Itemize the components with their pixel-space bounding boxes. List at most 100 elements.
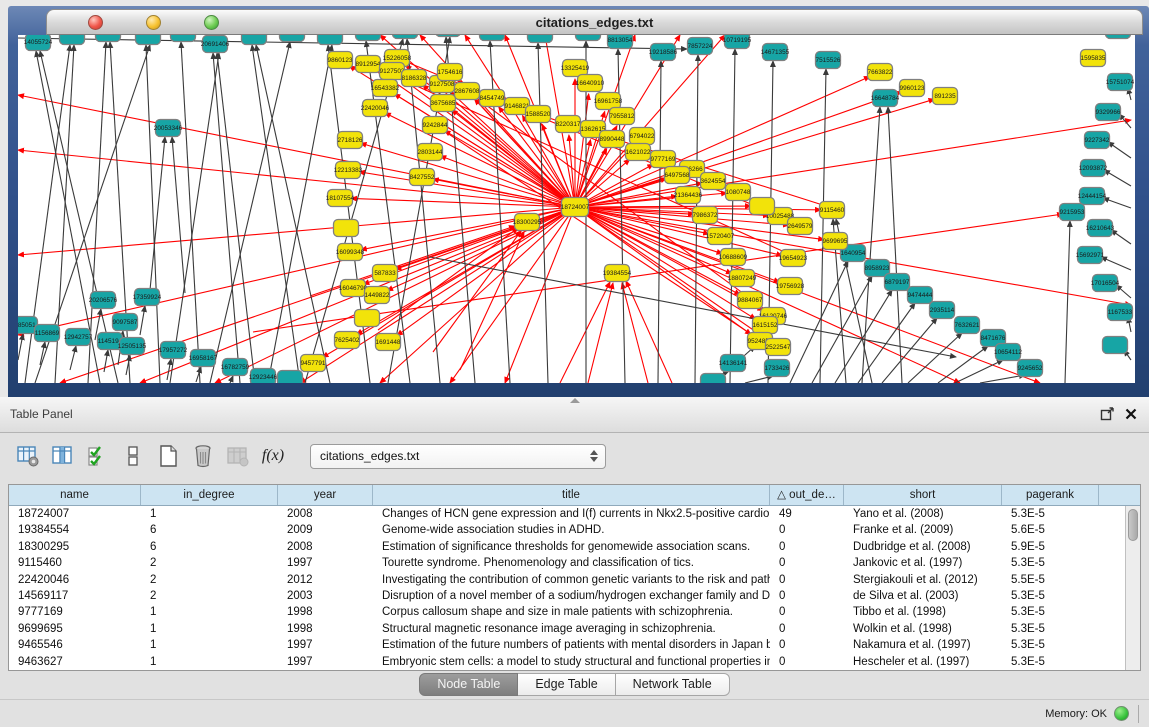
graph-node[interactable]: 7955812 — [610, 108, 635, 125]
graph-node[interactable]: 2935114 — [930, 302, 955, 319]
graph-node[interactable]: 1080748 — [726, 184, 751, 201]
graph-node[interactable]: 2867608 — [455, 83, 480, 100]
graph-node[interactable] — [136, 35, 161, 45]
graph-edge[interactable] — [1065, 221, 1070, 383]
table-row[interactable]: 1456911722003Disruption of a novel membe… — [9, 588, 1125, 604]
table-select-dropdown[interactable]: citations_edges.txt — [310, 444, 606, 469]
graph-node[interactable]: 9242844 — [423, 117, 448, 134]
graph-node[interactable]: 891235 — [933, 88, 958, 105]
graph-edge[interactable] — [938, 346, 988, 383]
graph-edge[interactable] — [378, 228, 518, 330]
graph-node[interactable]: 9329966 — [1096, 104, 1121, 121]
graph-edge[interactable] — [1101, 257, 1131, 270]
graph-node[interactable]: 18300295 — [513, 214, 542, 231]
delete-table-icon[interactable] — [191, 444, 215, 468]
graph-node[interactable] — [278, 371, 303, 384]
graph-edge[interactable] — [18, 334, 23, 360]
column-header-short[interactable]: short — [844, 485, 1002, 505]
split-divider-handle[interactable] — [570, 398, 580, 403]
graph-node[interactable]: 22420046 — [361, 100, 390, 117]
graph-node[interactable]: 7515526 — [816, 52, 841, 69]
graph-node[interactable]: 9115460 — [820, 202, 845, 219]
graph-node[interactable] — [701, 374, 726, 384]
graph-node[interactable]: 10688609 — [719, 249, 748, 266]
column-visibility-icon[interactable] — [51, 444, 75, 468]
graph-node[interactable]: 8427552 — [410, 169, 435, 186]
graph-node[interactable]: 6794022 — [630, 128, 655, 145]
graph-edge[interactable] — [569, 135, 575, 207]
graph-node[interactable]: 7857224 — [688, 38, 713, 55]
table-row[interactable]: 946554611997Estimation of the future num… — [9, 637, 1125, 653]
graph-node[interactable]: 20053346 — [154, 120, 183, 137]
graph-edge[interactable] — [104, 350, 108, 372]
function-builder-icon[interactable]: f(x) — [261, 444, 285, 468]
graph-node[interactable]: 9227342 — [1085, 132, 1110, 149]
graph-edge[interactable] — [230, 376, 233, 383]
graph-node[interactable]: 14671355 — [761, 44, 790, 61]
column-header-name[interactable]: name — [9, 485, 141, 505]
graph-edge[interactable] — [626, 281, 672, 383]
graph-node[interactable]: 9699695 — [823, 233, 848, 250]
graph-node[interactable]: 10653247 — [391, 35, 420, 39]
graph-node[interactable]: 9884067 — [738, 292, 763, 309]
graph-node[interactable]: 16640910 — [576, 75, 605, 92]
graph-edge[interactable] — [1103, 198, 1131, 208]
table-row[interactable]: 1872400712008Changes of HCN gene express… — [9, 506, 1125, 522]
graph-node[interactable]: 2522547 — [766, 339, 791, 356]
graph-edge[interactable] — [560, 282, 610, 383]
graph-node[interactable]: 8813054 — [608, 35, 633, 49]
graph-node[interactable]: 16099348 — [336, 244, 365, 261]
graph-node[interactable]: 8912954 — [356, 56, 381, 73]
graph-node[interactable]: 12444154 — [1078, 188, 1107, 205]
column-header-in_degree[interactable]: in_degree — [141, 485, 278, 505]
graph-node[interactable]: 17016504 — [1091, 275, 1120, 292]
graph-node[interactable] — [242, 35, 267, 45]
graph-node[interactable]: 16046798 — [339, 280, 368, 297]
graph-node[interactable]: 7625402 — [335, 332, 360, 349]
graph-node[interactable]: 8990448 — [600, 131, 625, 148]
graph-node[interactable]: 1156869 — [35, 325, 60, 342]
graph-node[interactable]: 8220317 — [556, 116, 581, 133]
graph-node[interactable]: 14055724 — [24, 35, 53, 51]
graph-node[interactable]: 8186328 — [402, 70, 427, 87]
graph-node[interactable]: 9245652 — [1018, 360, 1043, 377]
close-panel-icon[interactable] — [1123, 406, 1139, 422]
tab-network-table[interactable]: Network Table — [616, 673, 730, 696]
graph-edge[interactable] — [1104, 170, 1131, 186]
graph-node[interactable]: 9860123 — [328, 52, 353, 69]
graph-node[interactable]: 2803144 — [418, 144, 443, 161]
graph-node[interactable] — [318, 35, 343, 45]
graph-node[interactable]: 6879197 — [885, 274, 910, 291]
graph-edge[interactable] — [820, 69, 826, 383]
table-row[interactable]: 946362711997Embryonic stem cells: a mode… — [9, 654, 1125, 670]
graph-node[interactable]: 7986372 — [693, 207, 718, 224]
graph-node[interactable]: 21364436 — [674, 187, 703, 204]
graph-edge[interactable] — [882, 318, 937, 383]
graph-node[interactable]: 12093872 — [1079, 160, 1108, 177]
graph-edge[interactable] — [170, 53, 219, 383]
graph-node[interactable]: 16543382 — [371, 80, 400, 97]
graph-node[interactable] — [750, 198, 775, 215]
table-row[interactable]: 1830029562008Estimation of significance … — [9, 539, 1125, 555]
graph-node[interactable]: 1733426 — [765, 360, 790, 377]
graph-node[interactable]: 9097587 — [113, 314, 138, 331]
graph-node[interactable]: 1595835 — [1081, 50, 1106, 67]
tab-node-table[interactable]: Node Table — [419, 673, 518, 696]
float-panel-icon[interactable] — [1099, 406, 1115, 422]
import-table-icon[interactable] — [226, 444, 250, 468]
graph-node[interactable]: 16958167 — [189, 350, 218, 367]
graph-node[interactable]: 9960123 — [900, 80, 925, 97]
graph-node[interactable] — [60, 35, 85, 45]
graph-node[interactable]: 2718126 — [338, 132, 363, 149]
graph-edge[interactable] — [1111, 230, 1131, 244]
graph-edge[interactable] — [575, 94, 589, 207]
graph-node[interactable] — [1103, 337, 1128, 354]
graph-edge[interactable] — [888, 107, 902, 383]
graph-node[interactable] — [171, 35, 196, 42]
column-header-title[interactable]: title — [373, 485, 770, 505]
graph-node[interactable]: 12923446 — [249, 369, 278, 384]
graph-node[interactable]: 3624554 — [701, 173, 726, 190]
graph-node[interactable]: 18107554 — [326, 190, 355, 207]
select-all-icon[interactable] — [86, 444, 110, 468]
graph-node[interactable]: 8454749 — [480, 90, 505, 107]
